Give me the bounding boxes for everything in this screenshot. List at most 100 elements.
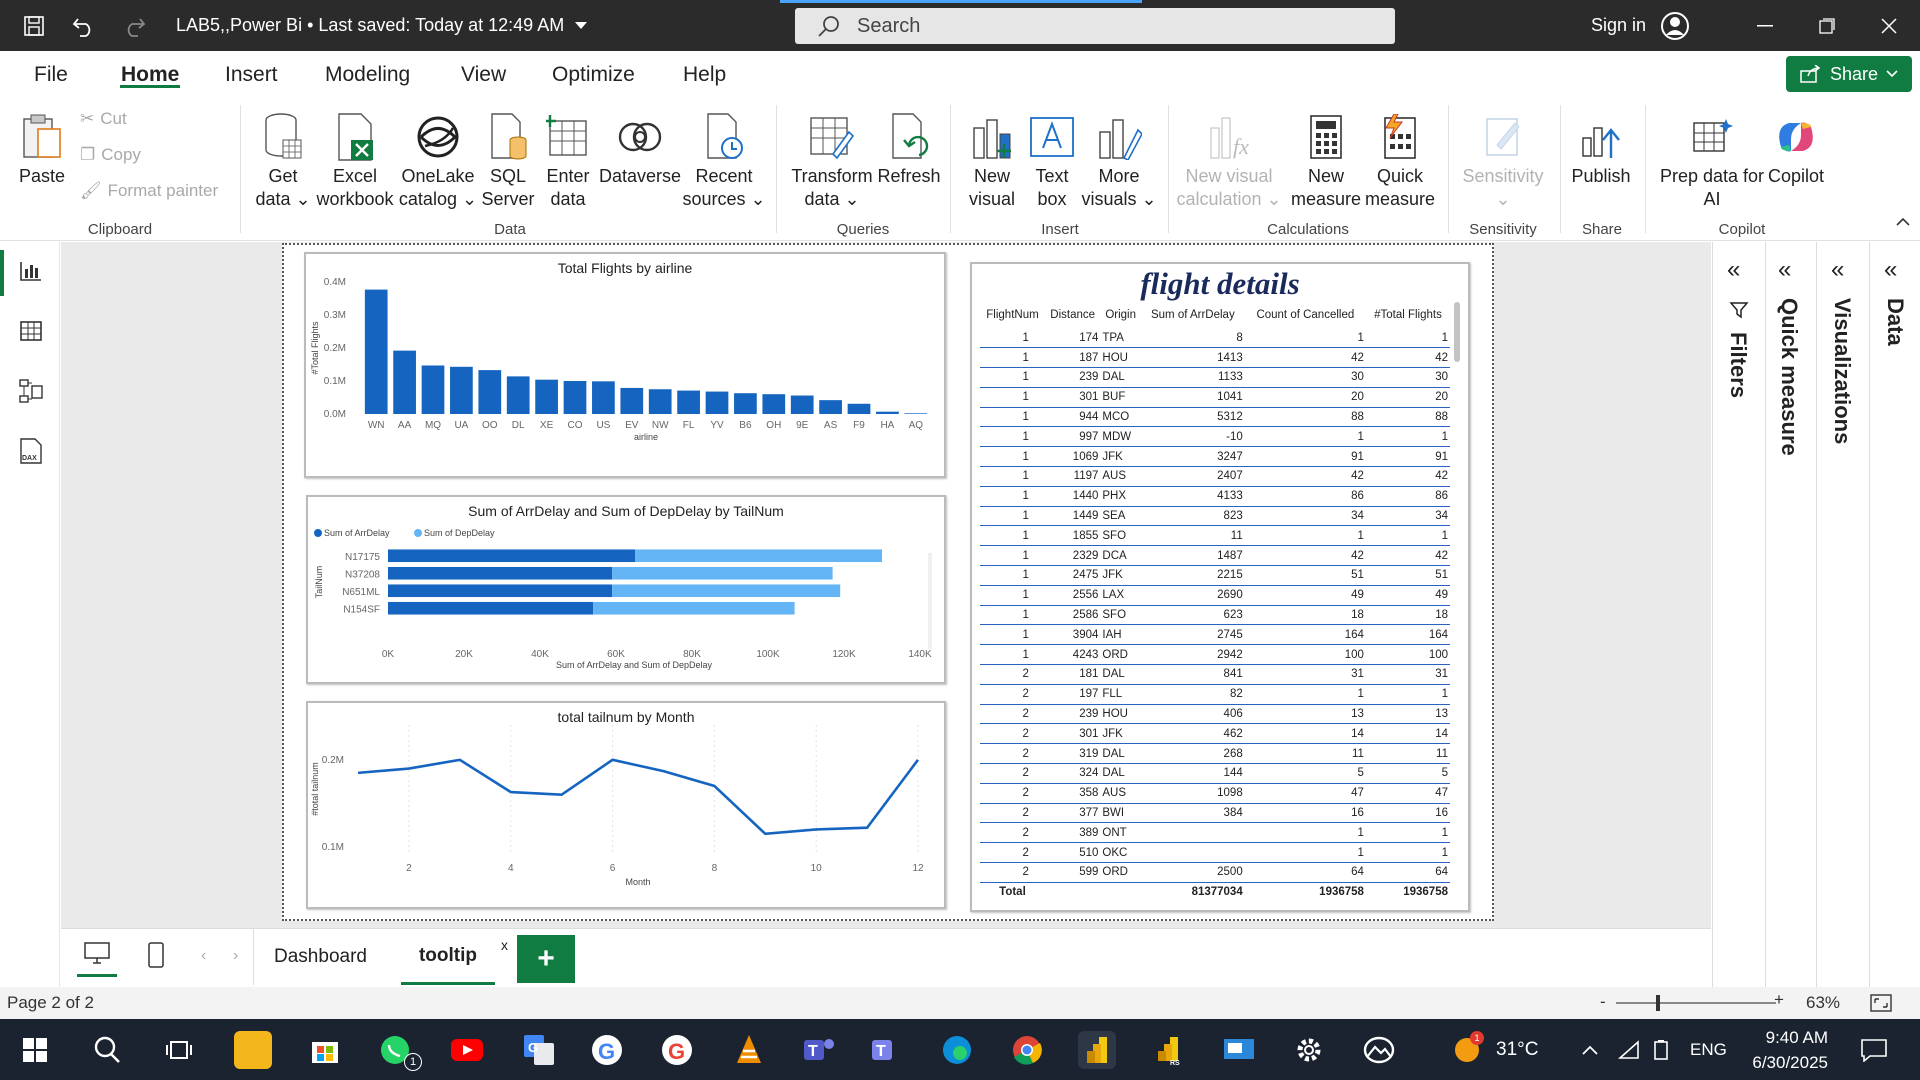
table-view-icon[interactable] — [14, 314, 48, 348]
table-row[interactable]: 2 197 FLL 82 1 1 — [980, 684, 1450, 705]
table-row[interactable]: 1 301 BUF 1041 20 20 — [980, 387, 1450, 408]
visual-tailnum-by-month[interactable]: total tailnum by Month 0.1M 0.2M 2 4 6 8 10 12 M… — [306, 701, 946, 909]
table-row[interactable]: 1 2475 JFK 2215 51 51 — [980, 565, 1450, 586]
start-windows-icon[interactable] — [16, 1031, 54, 1069]
column-header[interactable]: #Total Flights — [1366, 302, 1450, 328]
settings-gear-icon[interactable] — [1290, 1031, 1328, 1069]
onelake-catalog-button[interactable]: OneLake catalog ⌄ — [398, 95, 478, 211]
wifi-icon[interactable] — [1618, 1019, 1640, 1080]
excel-workbook-button[interactable]: Excel workbook — [314, 95, 396, 211]
table-row[interactable]: 1 2556 LAX 2690 49 49 — [980, 585, 1450, 606]
table-row[interactable]: 2 324 DAL 144 5 5 — [980, 763, 1450, 784]
menu-view[interactable]: View — [461, 63, 506, 87]
table-row[interactable]: 2 599 ORD 2500 64 64 — [980, 862, 1450, 883]
table-row[interactable]: 1 1069 JFK 3247 91 91 — [980, 446, 1450, 468]
desktop-layout-icon[interactable] — [77, 941, 117, 977]
table-row[interactable]: 2 377 BWI 384 16 16 — [980, 803, 1450, 824]
maximize-button[interactable] — [1796, 0, 1858, 51]
enter-data-button[interactable]: Enter data — [538, 95, 598, 211]
quick-measure-button[interactable]: Quick measure — [1360, 95, 1440, 211]
report-view-icon[interactable] — [14, 254, 48, 288]
dataverse-button[interactable]: Dataverse — [596, 95, 684, 188]
zoom-slider-thumb[interactable] — [1656, 995, 1660, 1011]
table-row[interactable]: 1 174 TPA 8 1 1 — [980, 328, 1450, 349]
column-header[interactable]: Count of Cancelled — [1245, 302, 1366, 328]
collapse-ribbon-icon[interactable] — [1896, 217, 1910, 227]
new-visual-calculation-button[interactable]: fx New visual calculation ⌄ — [1176, 95, 1282, 211]
prev-page-icon[interactable]: ‹ — [201, 947, 206, 965]
copilot-button[interactable]: Copilot — [1762, 95, 1830, 188]
expand-chevron-icon[interactable]: « — [1727, 256, 1740, 284]
column-header[interactable]: Distance — [1045, 302, 1100, 328]
cut-button[interactable]: ✂ Cut — [80, 109, 127, 129]
close-button[interactable] — [1858, 0, 1920, 51]
filters-pane-collapsed[interactable]: « Filters — [1712, 242, 1764, 987]
visual-flight-details-table[interactable]: flight details FlightNum Distance Origin Su… — [970, 262, 1470, 912]
menu-modeling[interactable]: Modeling — [325, 63, 410, 87]
table-row[interactable]: 1 2329 DCA 1487 42 42 — [980, 545, 1450, 567]
format-painter-button[interactable]: 🖌 Format painter — [80, 181, 218, 201]
column-header[interactable]: FlightNum — [980, 302, 1045, 328]
menu-insert[interactable]: Insert — [225, 63, 278, 87]
vlc-icon[interactable] — [730, 1031, 768, 1069]
clock[interactable]: 9:40 AM 6/30/2025 — [1738, 1025, 1828, 1075]
menu-file[interactable]: File — [34, 63, 68, 87]
copy-button[interactable]: ❐ Copy — [80, 145, 141, 165]
close-tab-icon[interactable]: x — [501, 937, 508, 953]
add-page-button[interactable]: + — [517, 935, 575, 983]
text-box-button[interactable]: Text box — [1024, 95, 1080, 211]
recent-sources-button[interactable]: Recent sources ⌄ — [682, 95, 766, 211]
more-visuals-button[interactable]: More visuals ⌄ — [1081, 95, 1157, 211]
show-hidden-icons-chevron[interactable] — [1582, 1019, 1598, 1080]
table-row[interactable]: 1 1440 PHX 4133 86 86 — [980, 486, 1450, 507]
column-header[interactable]: Sum of ArrDelay — [1141, 302, 1245, 328]
google-translate-icon[interactable]: G — [520, 1031, 558, 1069]
visual-delay-by-tailnum[interactable]: Sum of ArrDelay and Sum of DepDelay by T… — [306, 495, 946, 684]
expand-chevron-icon[interactable]: « — [1884, 256, 1897, 284]
new-measure-button[interactable]: New measure — [1286, 95, 1366, 211]
expand-chevron-icon[interactable]: « — [1831, 256, 1844, 284]
zoom-level[interactable]: 63% — [1806, 993, 1840, 1013]
zoom-in-button[interactable]: + — [1774, 990, 1784, 1010]
table-row[interactable]: 2 319 DAL 268 11 11 — [980, 743, 1450, 765]
account-icon[interactable] — [1660, 11, 1690, 41]
table-row[interactable]: 1 239 DAL 1133 30 30 — [980, 367, 1450, 388]
sign-in-link[interactable]: Sign in — [1591, 15, 1646, 36]
table-row[interactable]: 2 358 AUS 1098 47 47 — [980, 783, 1450, 804]
zoom-slider[interactable] — [1616, 995, 1776, 1011]
search-icon[interactable] — [88, 1031, 126, 1069]
table-row[interactable]: 1 1855 SFO 11 1 1 — [980, 525, 1450, 547]
google-app-icon[interactable]: G — [658, 1031, 696, 1069]
table-row[interactable]: 2 510 OKC 1 1 — [980, 842, 1450, 864]
fit-to-page-icon[interactable] — [1870, 994, 1892, 1012]
share-button[interactable]: Share — [1786, 56, 1912, 92]
data-pane-collapsed[interactable]: « Data — [1869, 242, 1920, 987]
table-row[interactable]: 2 181 DAL 841 31 31 — [980, 664, 1450, 685]
expand-chevron-icon[interactable]: « — [1778, 256, 1791, 284]
table-row[interactable]: 2 301 JFK 462 14 14 — [980, 723, 1450, 745]
table-row[interactable]: 1 997 MDW -10 1 1 — [980, 426, 1450, 448]
publish-button[interactable]: Publish — [1566, 95, 1636, 188]
table-row[interactable]: 2 389 ONT 1 1 — [980, 822, 1450, 844]
chrome-icon[interactable] — [1008, 1031, 1046, 1069]
mobile-layout-icon[interactable] — [147, 941, 165, 969]
table-row[interactable]: 1 3904 IAH 2745 164 164 — [980, 624, 1450, 646]
table-row[interactable]: 1 1449 SEA 823 34 34 — [980, 506, 1450, 527]
model-view-icon[interactable] — [14, 374, 48, 408]
power-bi-report-server-icon[interactable]: RS — [1150, 1031, 1188, 1069]
table-row[interactable]: 1 1197 AUS 2407 42 42 — [980, 466, 1450, 487]
photos-app-icon[interactable] — [1360, 1031, 1398, 1069]
battery-icon[interactable] — [1652, 1019, 1670, 1080]
zoom-out-button[interactable]: - — [1600, 992, 1606, 1012]
dax-query-view-icon[interactable]: DAX — [14, 434, 48, 468]
minimize-button[interactable] — [1734, 0, 1796, 51]
document-title[interactable]: LAB5,,Power Bi • Last saved: Today at 12… — [176, 15, 588, 36]
input-language[interactable]: ENG — [1690, 1019, 1727, 1080]
column-header[interactable]: Origin — [1100, 302, 1141, 328]
redo-icon[interactable] — [116, 0, 152, 51]
save-icon[interactable] — [16, 0, 52, 51]
search-input[interactable]: Search — [795, 8, 1395, 44]
youtube-icon[interactable] — [448, 1031, 486, 1069]
teams-work-icon[interactable]: T — [868, 1031, 906, 1069]
next-page-icon[interactable]: › — [233, 947, 238, 965]
